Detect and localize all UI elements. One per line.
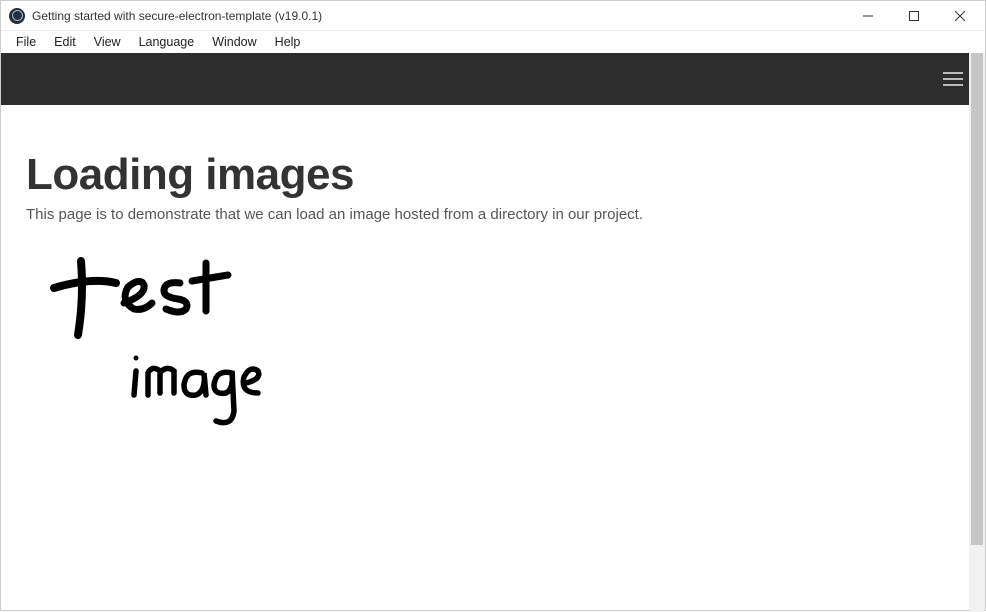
page-title: Loading images [26, 150, 960, 200]
menu-file[interactable]: File [7, 33, 45, 51]
close-button[interactable] [937, 1, 983, 31]
scrollbar-track[interactable] [969, 53, 985, 612]
menu-window[interactable]: Window [203, 33, 265, 51]
maximize-button[interactable] [891, 1, 937, 31]
scrollbar-thumb[interactable] [971, 53, 983, 545]
menu-edit[interactable]: Edit [45, 33, 85, 51]
minimize-button[interactable] [845, 1, 891, 31]
menu-language[interactable]: Language [130, 33, 204, 51]
menu-view[interactable]: View [85, 33, 130, 51]
app-icon [9, 8, 25, 24]
window-controls [845, 1, 983, 31]
main-content: Loading images This page is to demonstra… [1, 105, 985, 612]
titlebar: Getting started with secure-electron-tem… [1, 1, 985, 31]
menu-help[interactable]: Help [266, 33, 310, 51]
test-image [36, 253, 960, 448]
navbar [1, 53, 985, 105]
page-description: This page is to demonstrate that we can … [26, 206, 960, 223]
window-title: Getting started with secure-electron-tem… [32, 9, 845, 23]
menubar: File Edit View Language Window Help [1, 31, 985, 53]
content-region: Loading images This page is to demonstra… [1, 105, 985, 612]
hamburger-menu-icon[interactable] [943, 72, 963, 86]
